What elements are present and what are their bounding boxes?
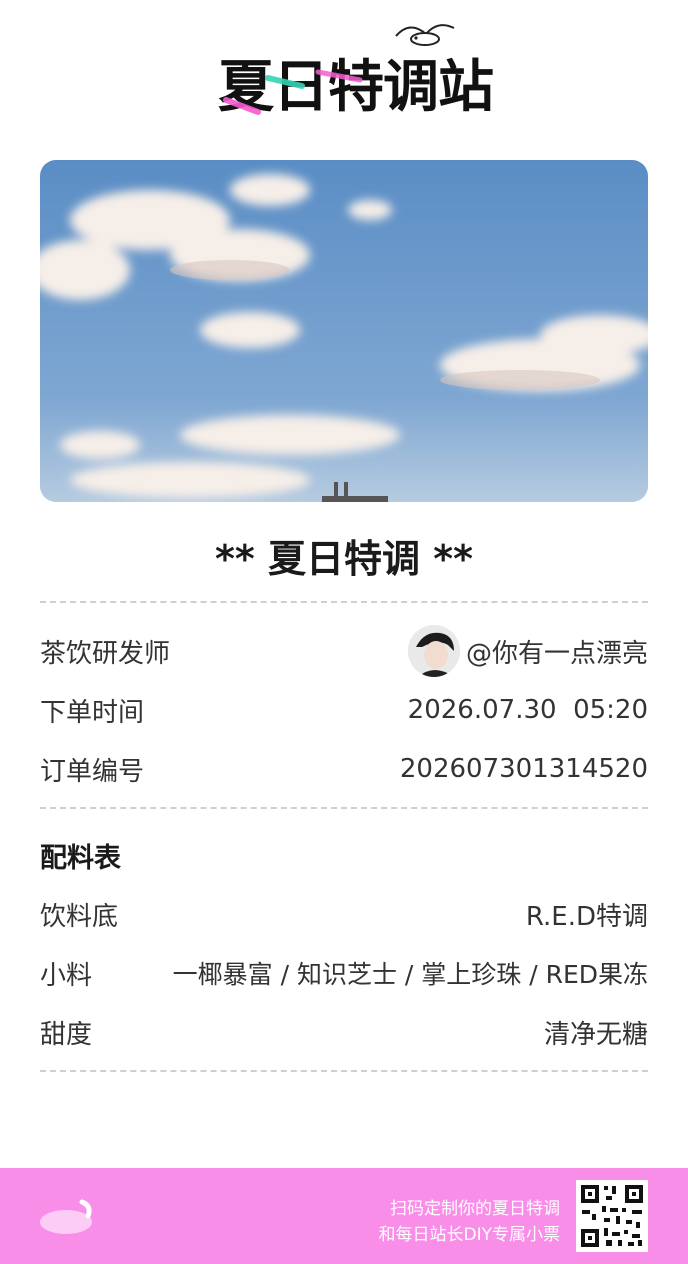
dashed-divider bbox=[40, 601, 648, 603]
hero-sky-image bbox=[40, 160, 648, 502]
footer-line-1: 扫码定制你的夏日特调 bbox=[390, 1199, 560, 1219]
qr-code-icon bbox=[576, 1180, 648, 1252]
avatar[interactable] bbox=[407, 625, 460, 677]
footer-banner: 扫码定制你的夏日特调 和每日站长DIY专属小票 bbox=[0, 1168, 688, 1264]
designer-name: @你有一点漂亮 bbox=[465, 638, 648, 669]
ingredient-row-sweetness: 甜度 清净无糖 bbox=[40, 1010, 648, 1054]
sweetness-value: 清净无糖 bbox=[543, 1019, 648, 1050]
base-label: 饮料底 bbox=[40, 901, 119, 932]
ingredients-title: 配料表 bbox=[40, 843, 121, 874]
brand-logo: 夏日特调站 bbox=[210, 14, 494, 124]
sweetness-label: 甜度 bbox=[40, 1019, 93, 1050]
order-time-value: 2026.07.30 05:20 bbox=[407, 695, 648, 725]
toppings-value: 一椰暴富 / 知识芝士 / 掌上珍珠 / RED果冻 bbox=[172, 960, 648, 989]
order-number-row: 订单编号 202607301314520 bbox=[40, 747, 648, 791]
designer-row: 茶饮研发师 @你有一点漂亮 bbox=[40, 625, 648, 677]
ingredient-row-base: 饮料底 R.E.D特调 bbox=[40, 892, 648, 936]
designer-label: 茶饮研发师 bbox=[40, 638, 171, 669]
base-value: R.E.D特调 bbox=[525, 901, 648, 932]
qr-code[interactable] bbox=[576, 1180, 648, 1252]
dashed-divider bbox=[40, 1070, 648, 1072]
receipt-title: ** 夏日特调 ** bbox=[215, 537, 473, 581]
logo-decoration bbox=[223, 24, 455, 115]
red-logo-icon bbox=[40, 1199, 92, 1234]
order-time-label: 下单时间 bbox=[40, 697, 145, 728]
footer-line-2: 和每日站长DIY专属小票 bbox=[378, 1225, 561, 1245]
ingredient-row-toppings: 小料 一椰暴富 / 知识芝士 / 掌上珍珠 / RED果冻 bbox=[40, 951, 648, 995]
order-number-value: 202607301314520 bbox=[399, 754, 648, 784]
footer-text: 扫码定制你的夏日特调 和每日站长DIY专属小票 bbox=[379, 1196, 561, 1248]
dashed-divider bbox=[40, 807, 648, 809]
toppings-label: 小料 bbox=[40, 960, 93, 991]
order-time-row: 下单时间 2026.07.30 05:20 bbox=[40, 688, 648, 732]
designer-value-group: @你有一点漂亮 bbox=[407, 625, 648, 677]
order-number-label: 订单编号 bbox=[40, 756, 145, 787]
